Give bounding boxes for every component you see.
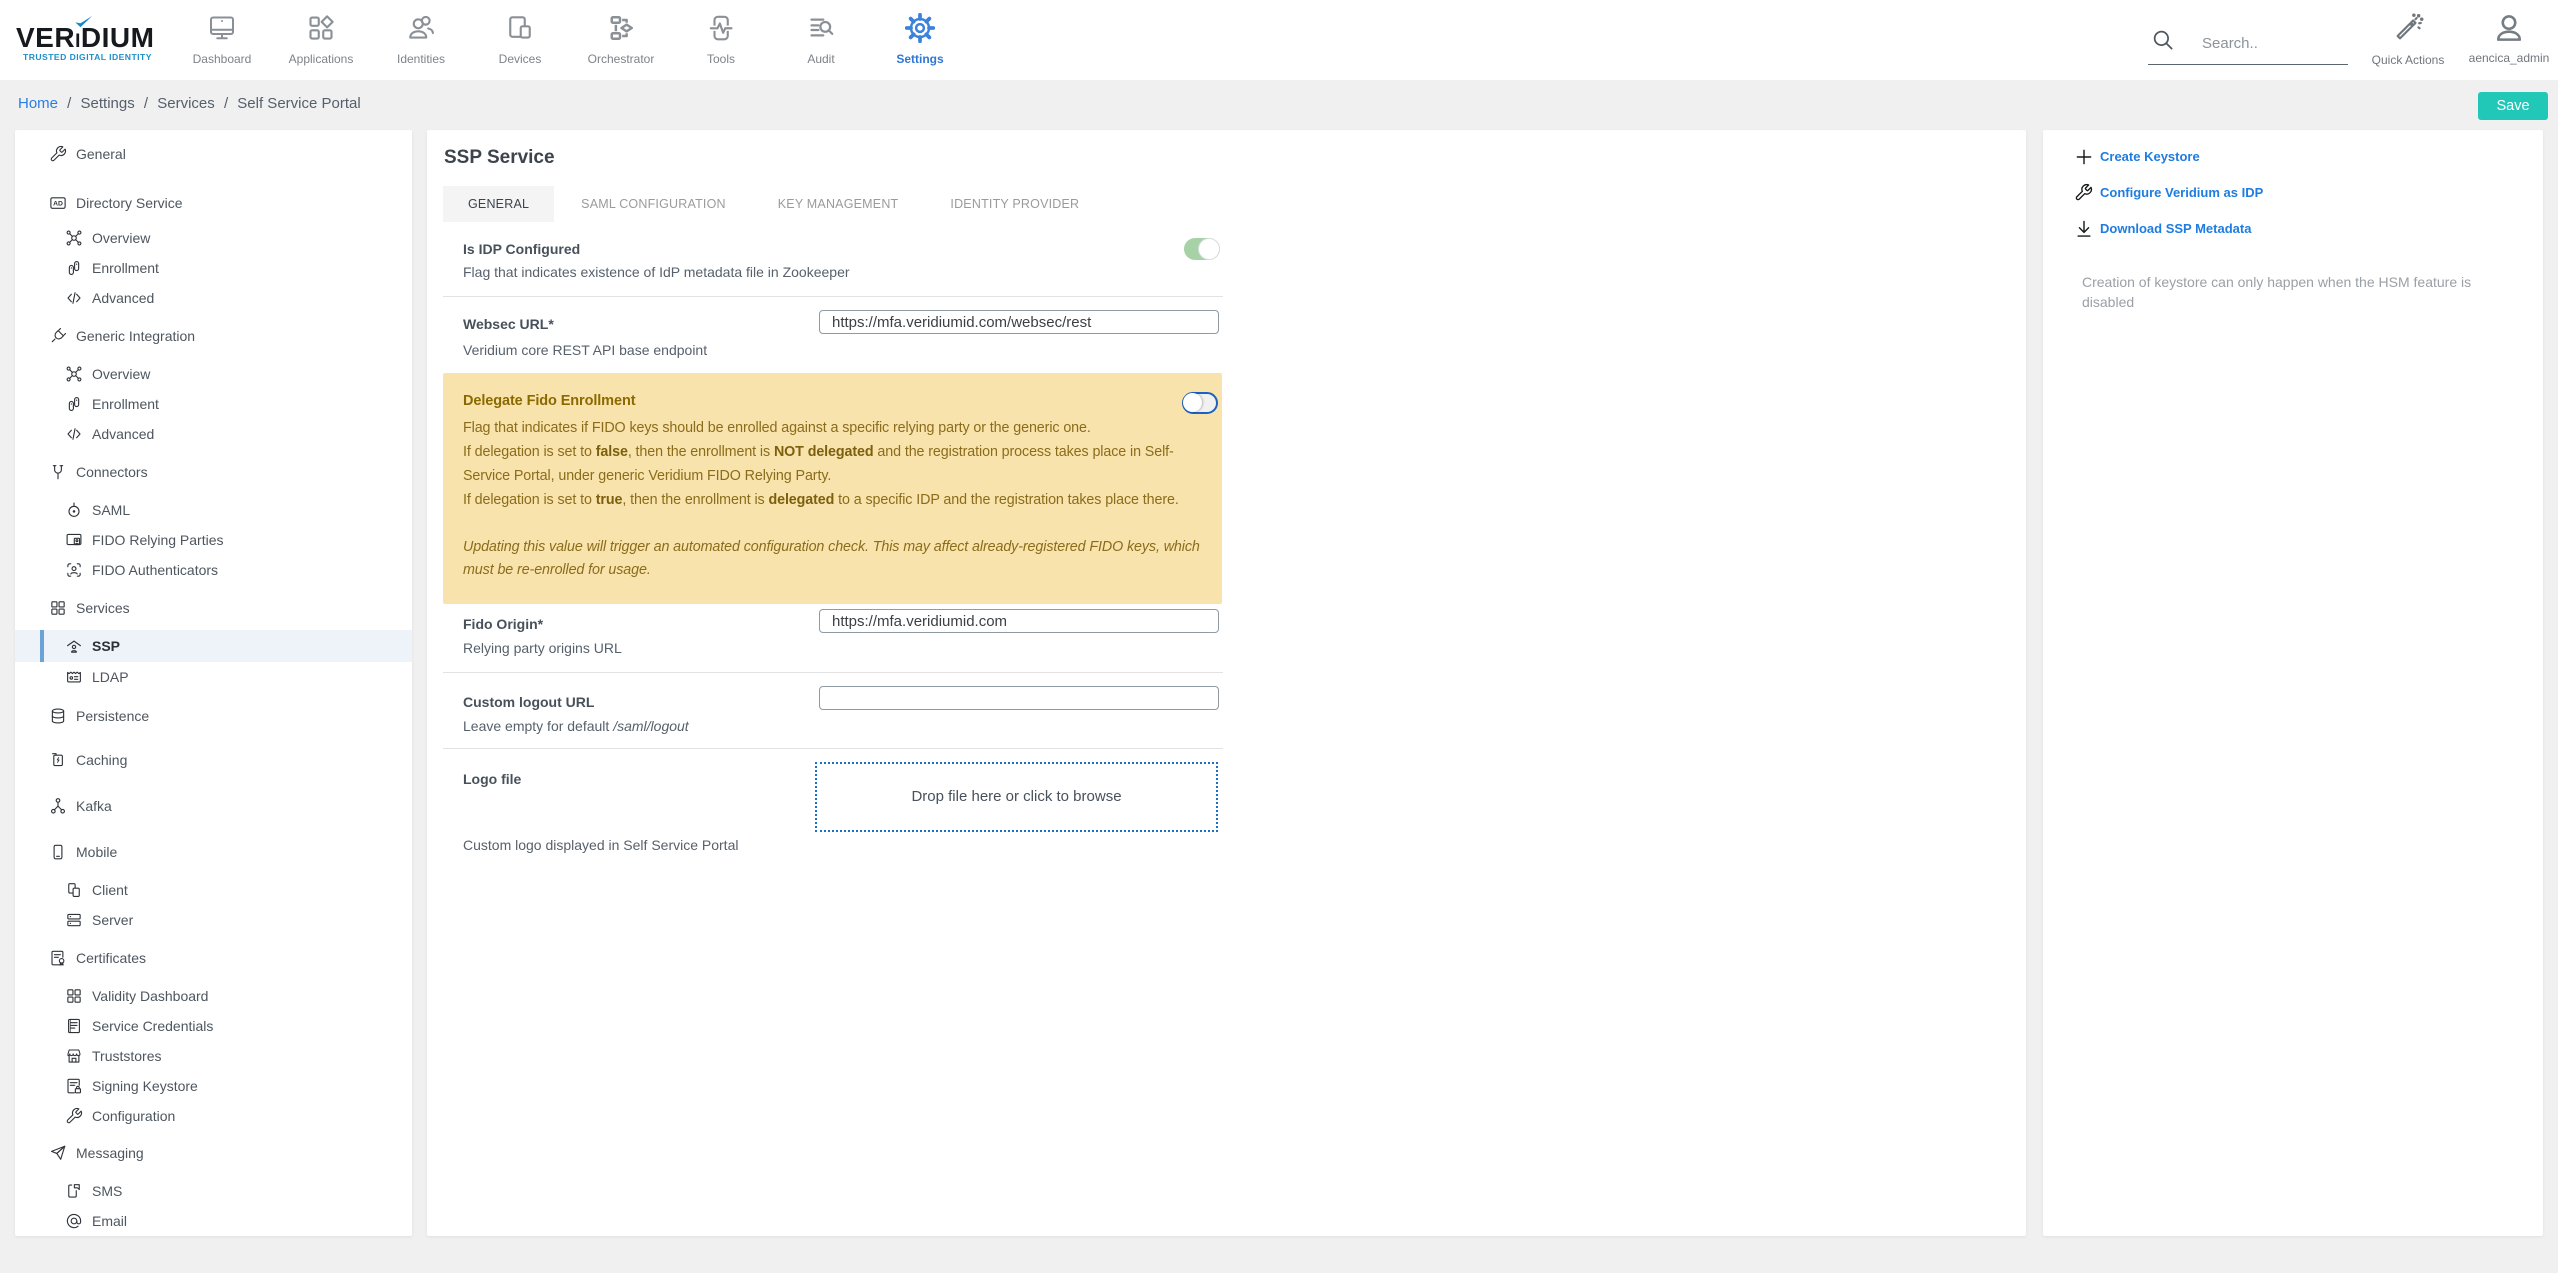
- svg-text:AD: AD: [53, 201, 63, 208]
